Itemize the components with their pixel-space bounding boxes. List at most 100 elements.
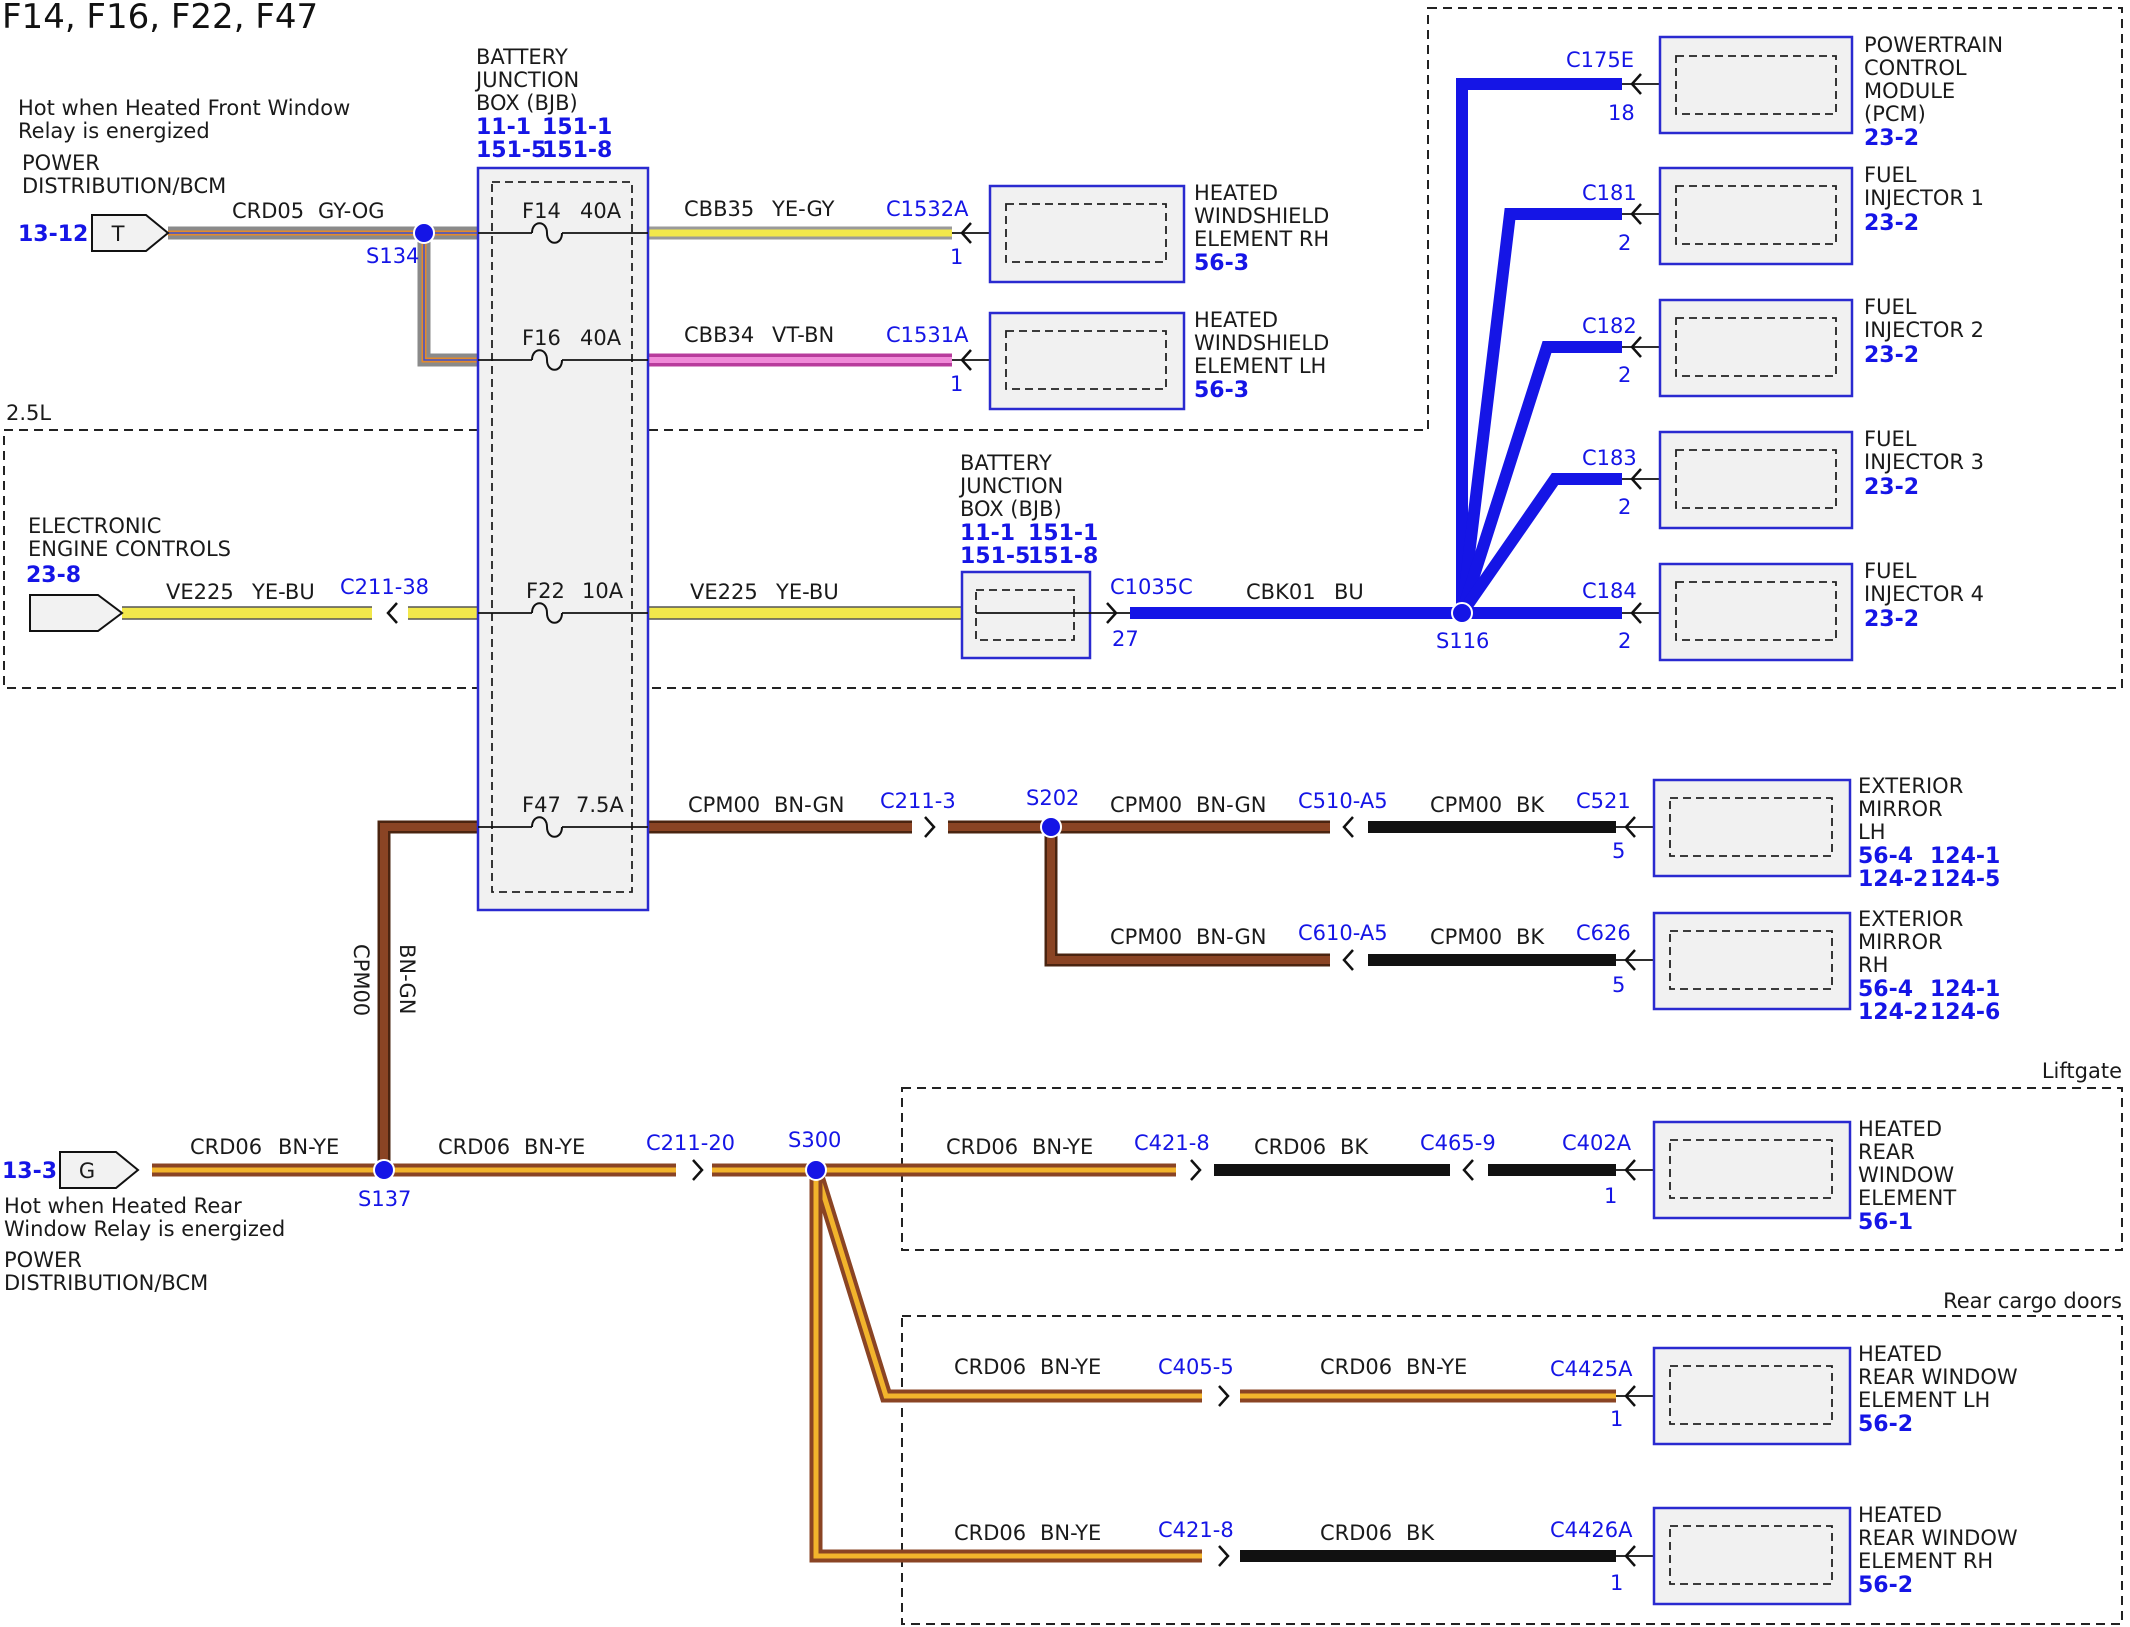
- connector-label: C510-A5: [1298, 789, 1388, 813]
- splice-label: S134: [366, 244, 419, 268]
- connector-label: C184: [1582, 579, 1637, 603]
- wire-color: BN-GN: [774, 793, 844, 817]
- connector-label: C421-8: [1134, 1131, 1210, 1155]
- wire-ve225-in: [122, 606, 478, 620]
- wire-color: BN-YE: [1040, 1521, 1101, 1545]
- splice-label: S116: [1436, 629, 1489, 653]
- pin-label: 2: [1618, 363, 1631, 387]
- bjb2-label: JUNCTION: [958, 474, 1063, 498]
- source-pin-eec: [29, 594, 124, 632]
- connector-label: C4425A: [1550, 1357, 1633, 1381]
- module-name: EXTERIOR: [1858, 774, 1963, 798]
- wire-label: CRD06: [954, 1355, 1026, 1379]
- pin-label: 2: [1618, 629, 1631, 653]
- wire-color: GY-OG: [318, 199, 385, 223]
- connector-label: C626: [1576, 921, 1631, 945]
- module-name: MIRROR: [1858, 930, 1943, 954]
- module-ref: 56-1: [1858, 1210, 1913, 1235]
- source-ref: 13-12: [18, 222, 88, 247]
- fuse-rating: 40A: [580, 199, 622, 223]
- wire-color: BN-YE: [1040, 1355, 1101, 1379]
- connector-label: C610-A5: [1298, 921, 1388, 945]
- module-ref: 124-5: [1930, 867, 2000, 892]
- wire-color: BK: [1340, 1135, 1369, 1159]
- module-injector-2: [1622, 298, 1854, 398]
- source-name: ENGINE CONTROLS: [28, 537, 231, 561]
- wire-color: BK: [1516, 925, 1545, 949]
- connector-label: C521: [1576, 789, 1631, 813]
- source-ref: 13-3: [2, 1159, 57, 1184]
- fuse-rating: 40A: [580, 326, 622, 350]
- wire-color: BU: [1334, 580, 1364, 604]
- module-ref: 23-2: [1864, 211, 1919, 236]
- module-ref: 124-6: [1930, 1000, 2000, 1025]
- module-name: FUEL: [1864, 295, 1917, 319]
- source-name: ELECTRONIC: [28, 514, 161, 538]
- module-name: HEATED: [1858, 1503, 1942, 1527]
- connector-label: C175E: [1566, 48, 1634, 72]
- pin-label: 2: [1618, 231, 1631, 255]
- module-name: EXTERIOR: [1858, 907, 1963, 931]
- module-ref: 56-2: [1858, 1412, 1913, 1437]
- module-name: REAR: [1858, 1140, 1915, 1164]
- group-label-rear-doors: Rear cargo doors: [1943, 1289, 2122, 1313]
- bjb2-label: BOX (BJB): [960, 497, 1062, 521]
- wire-ve225-out: [648, 606, 962, 620]
- module-name: ELEMENT: [1858, 1186, 1956, 1210]
- fuse-label: F47: [522, 793, 561, 817]
- module-name: LH: [1858, 820, 1886, 844]
- module-ref: 23-2: [1864, 126, 1919, 151]
- wire-label: CRD06: [954, 1521, 1026, 1545]
- bjb-label: BOX (BJB): [476, 91, 578, 115]
- svg-text:G: G: [79, 1159, 95, 1183]
- wire-label: CBB34: [684, 323, 754, 347]
- module-name: MIRROR: [1858, 797, 1943, 821]
- wiring-diagram: F14, F16, F22, F47 2.5L Liftgate Rear ca…: [2, 0, 2123, 1625]
- module-rear-window-rh: [1616, 1506, 1852, 1606]
- splice-label: S300: [788, 1128, 841, 1152]
- wire-color: VT-BN: [772, 323, 834, 347]
- module-ref: 56-3: [1194, 251, 1249, 276]
- connector-label: C4426A: [1550, 1518, 1633, 1542]
- source-note: Window Relay is energized: [4, 1217, 285, 1241]
- module-name: ELEMENT RH: [1858, 1549, 1993, 1573]
- source-name: DISTRIBUTION/BCM: [4, 1271, 208, 1295]
- wire-color: YE-BU: [775, 580, 839, 604]
- connector-label: C465-9: [1420, 1131, 1496, 1155]
- source-pin-bottom: G: [59, 1151, 140, 1189]
- module-name: INJECTOR 3: [1864, 450, 1984, 474]
- pin-label: 5: [1612, 839, 1625, 863]
- module-name: HEATED: [1858, 1117, 1942, 1141]
- wire-color: BN-YE: [1032, 1135, 1093, 1159]
- module-name: CONTROL: [1864, 56, 1967, 80]
- wire-label: CRD05: [232, 199, 304, 223]
- source-note: Hot when Heated Rear: [4, 1194, 242, 1218]
- source-note: Hot when Heated Front Window: [18, 96, 350, 120]
- module-name: HEATED: [1858, 1342, 1942, 1366]
- module-name: REAR WINDOW: [1858, 1526, 2018, 1550]
- connector-label: C211-20: [646, 1131, 735, 1155]
- module-pcm: [1622, 35, 1854, 135]
- bjb-ref: 151-1: [542, 115, 612, 140]
- bjb-second: [960, 570, 1130, 660]
- connector-label: C421-8: [1158, 1518, 1234, 1542]
- module-ref: 23-2: [1864, 475, 1919, 500]
- module-name: WINDOW: [1858, 1163, 1954, 1187]
- module-name: ELEMENT LH: [1858, 1388, 1990, 1412]
- wire-label: CRD06: [946, 1135, 1018, 1159]
- source-ref: 23-8: [26, 563, 81, 588]
- connector-label: C181: [1582, 181, 1637, 205]
- pin-label: 5: [1612, 973, 1625, 997]
- module-ref: 124-2: [1858, 867, 1928, 892]
- wire-label: CPM00: [1430, 925, 1502, 949]
- module-name: WINDSHIELD: [1194, 204, 1329, 228]
- module-injector-1: [1622, 166, 1854, 266]
- wire-label: VE225: [166, 580, 234, 604]
- module-rear-window-lh: [1616, 1346, 1852, 1446]
- source-name: POWER: [4, 1248, 82, 1272]
- wire-crd06: [152, 1163, 1616, 1563]
- module-ref: 56-4: [1858, 977, 1913, 1002]
- wire-label: CRD06: [1320, 1521, 1392, 1545]
- connector-label: C182: [1582, 314, 1637, 338]
- module-mirror-rh: [1616, 911, 1852, 1011]
